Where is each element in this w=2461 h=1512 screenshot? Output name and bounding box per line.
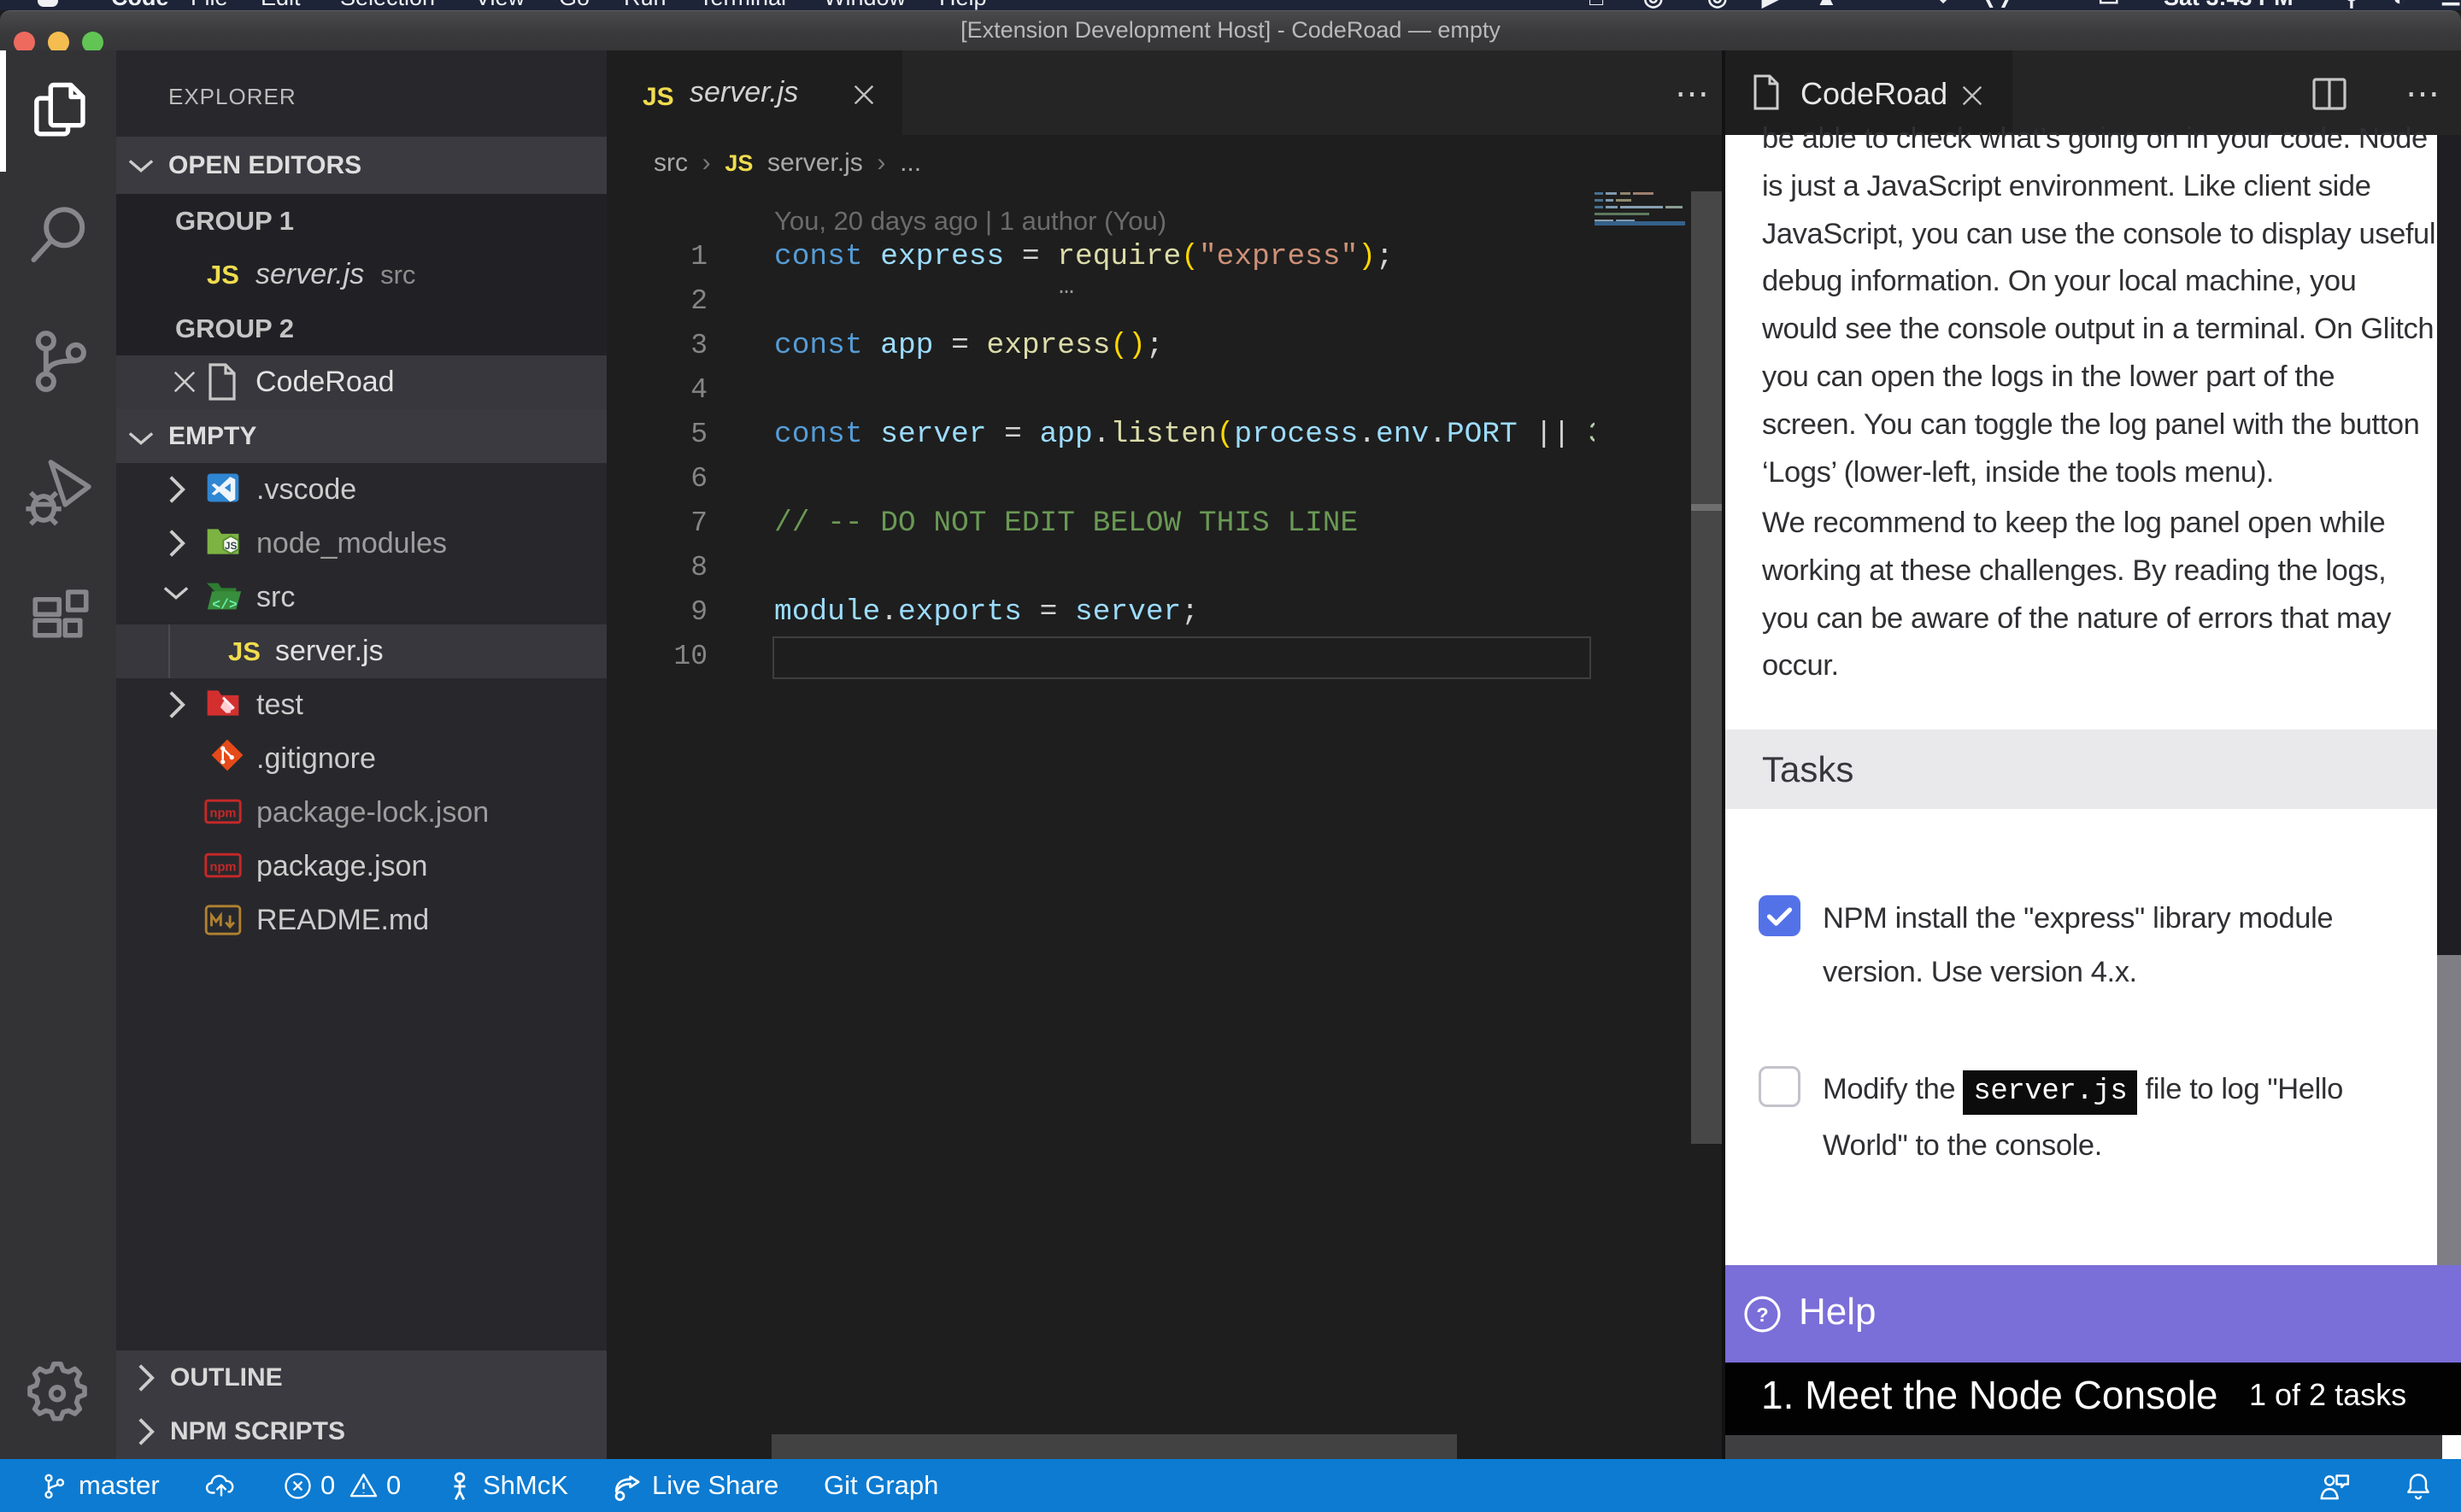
svg-text:JS: JS: [225, 540, 238, 552]
svg-text:npm: npm: [210, 807, 237, 821]
svg-text:</>: </>: [212, 596, 237, 612]
svg-text:npm: npm: [210, 861, 237, 875]
svg-text:?: ?: [1756, 1304, 1768, 1326]
